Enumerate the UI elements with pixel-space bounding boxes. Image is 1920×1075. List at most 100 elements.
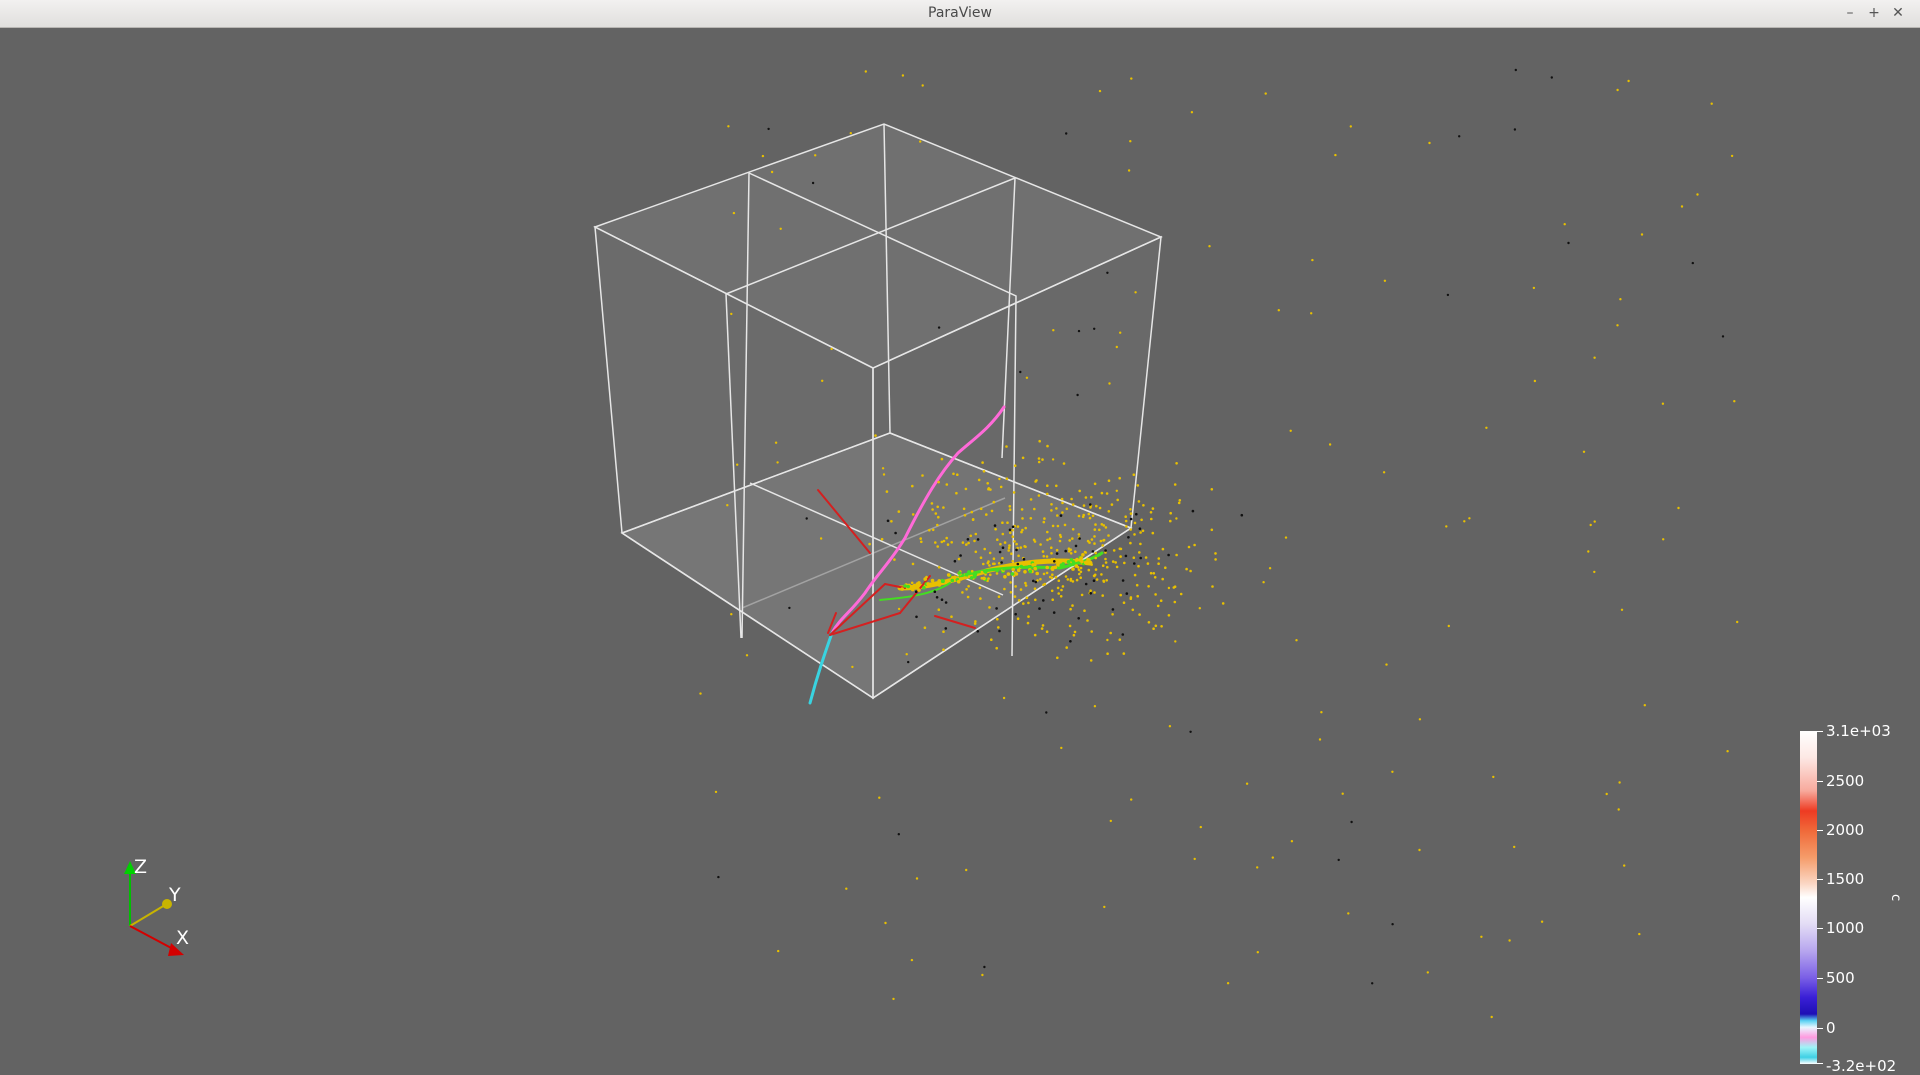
data-point bbox=[1014, 612, 1017, 616]
y-label: Y bbox=[168, 884, 181, 906]
data-point bbox=[1055, 548, 1059, 552]
data-point bbox=[1090, 563, 1093, 566]
data-point bbox=[1006, 572, 1011, 576]
data-point bbox=[971, 518, 975, 521]
data-point bbox=[914, 590, 918, 593]
data-point bbox=[1012, 491, 1016, 494]
data-point bbox=[965, 868, 968, 872]
legend-tick-label: 2000 bbox=[1826, 821, 1865, 839]
data-point bbox=[1010, 552, 1013, 555]
data-point bbox=[1133, 533, 1136, 536]
data-point bbox=[1214, 558, 1217, 561]
data-point bbox=[1391, 770, 1394, 773]
data-point bbox=[814, 154, 817, 157]
data-point bbox=[967, 570, 971, 574]
data-point bbox=[1101, 564, 1105, 567]
data-point bbox=[1169, 511, 1172, 515]
data-point bbox=[1003, 541, 1007, 544]
data-point bbox=[1137, 500, 1141, 503]
data-point bbox=[976, 538, 980, 541]
3d-scene[interactable] bbox=[0, 28, 1920, 1055]
legend-tick-label: 1500 bbox=[1826, 870, 1865, 888]
data-point bbox=[1073, 630, 1077, 634]
data-point bbox=[977, 478, 981, 482]
data-point bbox=[788, 606, 791, 610]
data-point bbox=[1167, 614, 1171, 617]
data-point bbox=[1005, 445, 1008, 448]
data-point bbox=[1256, 951, 1260, 954]
data-point bbox=[917, 581, 921, 585]
data-point bbox=[910, 587, 915, 592]
data-point bbox=[1093, 535, 1096, 538]
data-point bbox=[1132, 473, 1136, 477]
data-point bbox=[1391, 923, 1394, 926]
legend-tick bbox=[1817, 978, 1823, 979]
data-point bbox=[1118, 638, 1122, 641]
data-point bbox=[934, 541, 937, 544]
data-point bbox=[1616, 324, 1619, 327]
data-point bbox=[1268, 567, 1272, 570]
color-legend[interactable]: 3.1e+03 2500 2000 1500 1000 500 0 -3.2e+… bbox=[1790, 723, 1920, 1074]
data-point bbox=[1034, 598, 1037, 602]
data-point bbox=[1098, 528, 1101, 532]
data-point bbox=[1061, 562, 1065, 566]
legend-tick-label: 1000 bbox=[1826, 919, 1865, 937]
data-point bbox=[953, 575, 957, 580]
data-point bbox=[1149, 571, 1153, 575]
data-point bbox=[1418, 718, 1422, 721]
data-point bbox=[992, 500, 996, 504]
data-point bbox=[983, 965, 986, 969]
data-point bbox=[1019, 370, 1022, 374]
data-point bbox=[1045, 711, 1048, 714]
data-point bbox=[1445, 525, 1448, 528]
data-point bbox=[894, 531, 897, 535]
data-point bbox=[1490, 1015, 1493, 1019]
data-point bbox=[1011, 567, 1015, 572]
data-point bbox=[1152, 627, 1155, 630]
data-point bbox=[973, 539, 976, 543]
legend-tick bbox=[1817, 731, 1823, 732]
data-point bbox=[922, 586, 926, 590]
data-point bbox=[1175, 517, 1178, 520]
data-point bbox=[1320, 711, 1323, 714]
data-point bbox=[776, 461, 779, 464]
data-point bbox=[1139, 531, 1142, 534]
data-point bbox=[1385, 663, 1388, 666]
maximize-button[interactable]: + bbox=[1864, 3, 1884, 23]
data-point bbox=[1107, 534, 1110, 537]
data-point bbox=[1024, 581, 1027, 585]
data-point bbox=[1125, 592, 1129, 595]
data-point bbox=[1011, 559, 1014, 563]
data-point bbox=[1119, 331, 1122, 334]
data-point bbox=[1001, 546, 1005, 549]
data-point bbox=[1140, 518, 1143, 522]
data-point bbox=[1056, 560, 1061, 565]
data-point bbox=[1125, 525, 1128, 528]
legend-tick bbox=[1817, 1063, 1823, 1064]
close-button[interactable]: ✕ bbox=[1888, 3, 1908, 23]
render-view[interactable]: Z Y X 3.1e+03 2500 2000 1500 1000 500 0 … bbox=[0, 28, 1920, 1074]
data-point bbox=[1677, 506, 1680, 510]
data-point bbox=[973, 572, 978, 576]
data-point bbox=[1118, 547, 1122, 551]
data-point bbox=[995, 568, 999, 573]
data-point bbox=[931, 508, 934, 511]
data-point bbox=[1093, 482, 1097, 486]
data-point bbox=[1177, 501, 1181, 505]
data-point bbox=[1034, 580, 1038, 584]
data-point bbox=[1015, 548, 1018, 552]
data-point bbox=[1035, 479, 1038, 482]
data-point bbox=[1033, 633, 1037, 637]
minimize-button[interactable]: – bbox=[1840, 3, 1860, 23]
data-point bbox=[1135, 512, 1138, 516]
data-point bbox=[1068, 624, 1072, 628]
data-point bbox=[1001, 556, 1004, 560]
data-point bbox=[1056, 656, 1059, 660]
data-point bbox=[1119, 593, 1122, 597]
data-point bbox=[1112, 549, 1116, 552]
data-point bbox=[915, 615, 918, 619]
data-point bbox=[1129, 596, 1133, 599]
data-point bbox=[1640, 233, 1644, 236]
data-point bbox=[1383, 279, 1387, 282]
data-point bbox=[1002, 696, 1006, 700]
